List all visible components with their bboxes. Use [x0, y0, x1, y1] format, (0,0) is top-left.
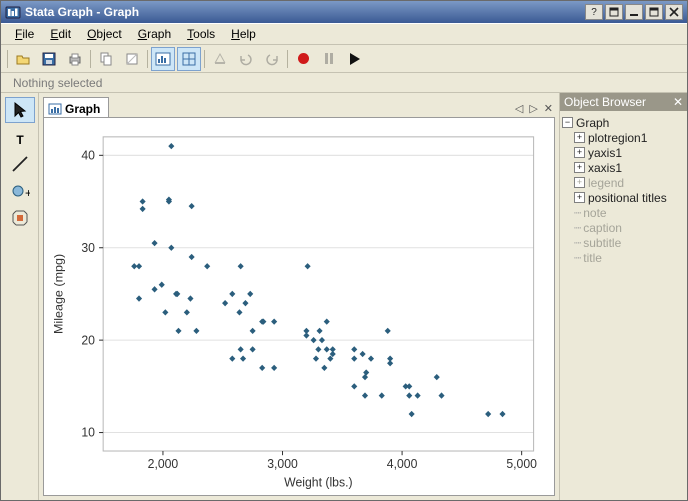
save-button[interactable]	[37, 47, 61, 71]
print-button[interactable]	[63, 47, 87, 71]
selection-status: Nothing selected	[1, 73, 687, 93]
object-browser-close[interactable]: ✕	[673, 95, 683, 109]
titlebar[interactable]: Stata Graph - Graph ?	[1, 1, 687, 23]
restore-down-button[interactable]	[605, 4, 623, 20]
selection-status-text: Nothing selected	[13, 76, 102, 90]
menu-file[interactable]: File	[7, 25, 42, 43]
tab-label: Graph	[65, 102, 100, 116]
tree-xaxis1[interactable]: +xaxis1	[562, 160, 685, 175]
object-tree: −Graph +plotregion1 +yaxis1 +xaxis1 +leg…	[560, 111, 687, 269]
tree-caption[interactable]: ┈caption	[562, 220, 685, 235]
record-button[interactable]	[291, 47, 315, 71]
window: Stata Graph - Graph ? File Edit Object G…	[0, 0, 688, 501]
tree-plotregion1[interactable]: +plotregion1	[562, 130, 685, 145]
menubar: File Edit Object Graph Tools Help	[1, 23, 687, 45]
menu-object[interactable]: Object	[79, 25, 130, 43]
line-tool[interactable]	[5, 151, 35, 177]
svg-text:2,000: 2,000	[148, 457, 179, 471]
menu-graph[interactable]: Graph	[130, 25, 179, 43]
graph-area: Graph ◁ ▷ ✕ 2,000 3,000 4,000 5,000 10 20 30 40…	[39, 93, 559, 500]
tree-legend[interactable]: +legend	[562, 175, 685, 190]
play-button[interactable]	[343, 47, 367, 71]
svg-text:Mileage (mpg): Mileage (mpg)	[52, 254, 66, 334]
tab-row: Graph ◁ ▷ ✕	[43, 97, 555, 117]
svg-text:T: T	[16, 133, 24, 147]
open-button[interactable]	[11, 47, 35, 71]
undo-button	[234, 47, 258, 71]
tab-controls: ◁ ▷ ✕	[513, 102, 555, 115]
tree-yaxis1[interactable]: +yaxis1	[562, 145, 685, 160]
grid-edit-button[interactable]	[177, 47, 201, 71]
tab-close[interactable]: ✕	[542, 102, 555, 115]
svg-text:20: 20	[81, 333, 95, 347]
svg-text:40: 40	[81, 148, 95, 162]
menu-edit[interactable]: Edit	[42, 25, 79, 43]
text-tool[interactable]: T	[5, 124, 35, 150]
svg-text:30: 30	[81, 241, 95, 255]
pause-button	[317, 47, 341, 71]
tool-palette: T +	[1, 93, 39, 500]
tree-title[interactable]: ┈title	[562, 250, 685, 265]
tree-root[interactable]: −Graph	[562, 115, 685, 130]
help-button[interactable]: ?	[585, 4, 603, 20]
deselect-button	[208, 47, 232, 71]
tab-prev[interactable]: ◁	[513, 102, 525, 115]
close-button[interactable]	[665, 4, 683, 20]
tree-note[interactable]: ┈note	[562, 205, 685, 220]
svg-text:4,000: 4,000	[387, 457, 418, 471]
main-area: T + Graph ◁ ▷ ✕ 2,0003,0004,0005,000102	[1, 93, 687, 500]
app-icon	[5, 4, 21, 20]
pointer-tool[interactable]	[5, 97, 35, 123]
minimize-button[interactable]	[625, 4, 643, 20]
svg-text:5,000: 5,000	[506, 457, 537, 471]
svg-text:+: +	[25, 186, 30, 200]
object-browser-header[interactable]: Object Browser ✕	[560, 93, 687, 111]
graph-editor-button[interactable]	[151, 47, 175, 71]
fit-tool[interactable]	[5, 205, 35, 231]
window-title: Stata Graph - Graph	[25, 5, 139, 19]
tab-next[interactable]: ▷	[527, 102, 539, 115]
svg-text:Weight (lbs.): Weight (lbs.)	[284, 475, 352, 489]
tree-positional-titles[interactable]: +positional titles	[562, 190, 685, 205]
svg-text:10: 10	[81, 426, 95, 440]
menu-tools[interactable]: Tools	[179, 25, 223, 43]
redo-button	[260, 47, 284, 71]
play-icon	[350, 53, 360, 65]
rename-button[interactable]	[120, 47, 144, 71]
menu-help[interactable]: Help	[223, 25, 264, 43]
copy-button[interactable]	[94, 47, 118, 71]
maximize-button[interactable]	[645, 4, 663, 20]
toolbar	[1, 45, 687, 73]
svg-text:3,000: 3,000	[267, 457, 298, 471]
scatter-plot: 2,000 3,000 4,000 5,000 10 20 30 40 Weight (lbs.…	[44, 118, 554, 495]
tree-subtitle[interactable]: ┈subtitle	[562, 235, 685, 250]
object-browser: Object Browser ✕ −Graph +plotregion1 +ya…	[559, 93, 687, 500]
object-browser-title: Object Browser	[564, 95, 646, 109]
tab-graph[interactable]: Graph	[43, 97, 109, 117]
plot-panel[interactable]: 2,000 3,000 4,000 5,000 10 20 30 40 Weight (lbs.…	[43, 117, 555, 496]
graph-tab-icon	[48, 103, 62, 115]
record-icon	[298, 53, 309, 64]
marker-tool[interactable]: +	[5, 178, 35, 204]
pause-icon	[325, 53, 333, 64]
